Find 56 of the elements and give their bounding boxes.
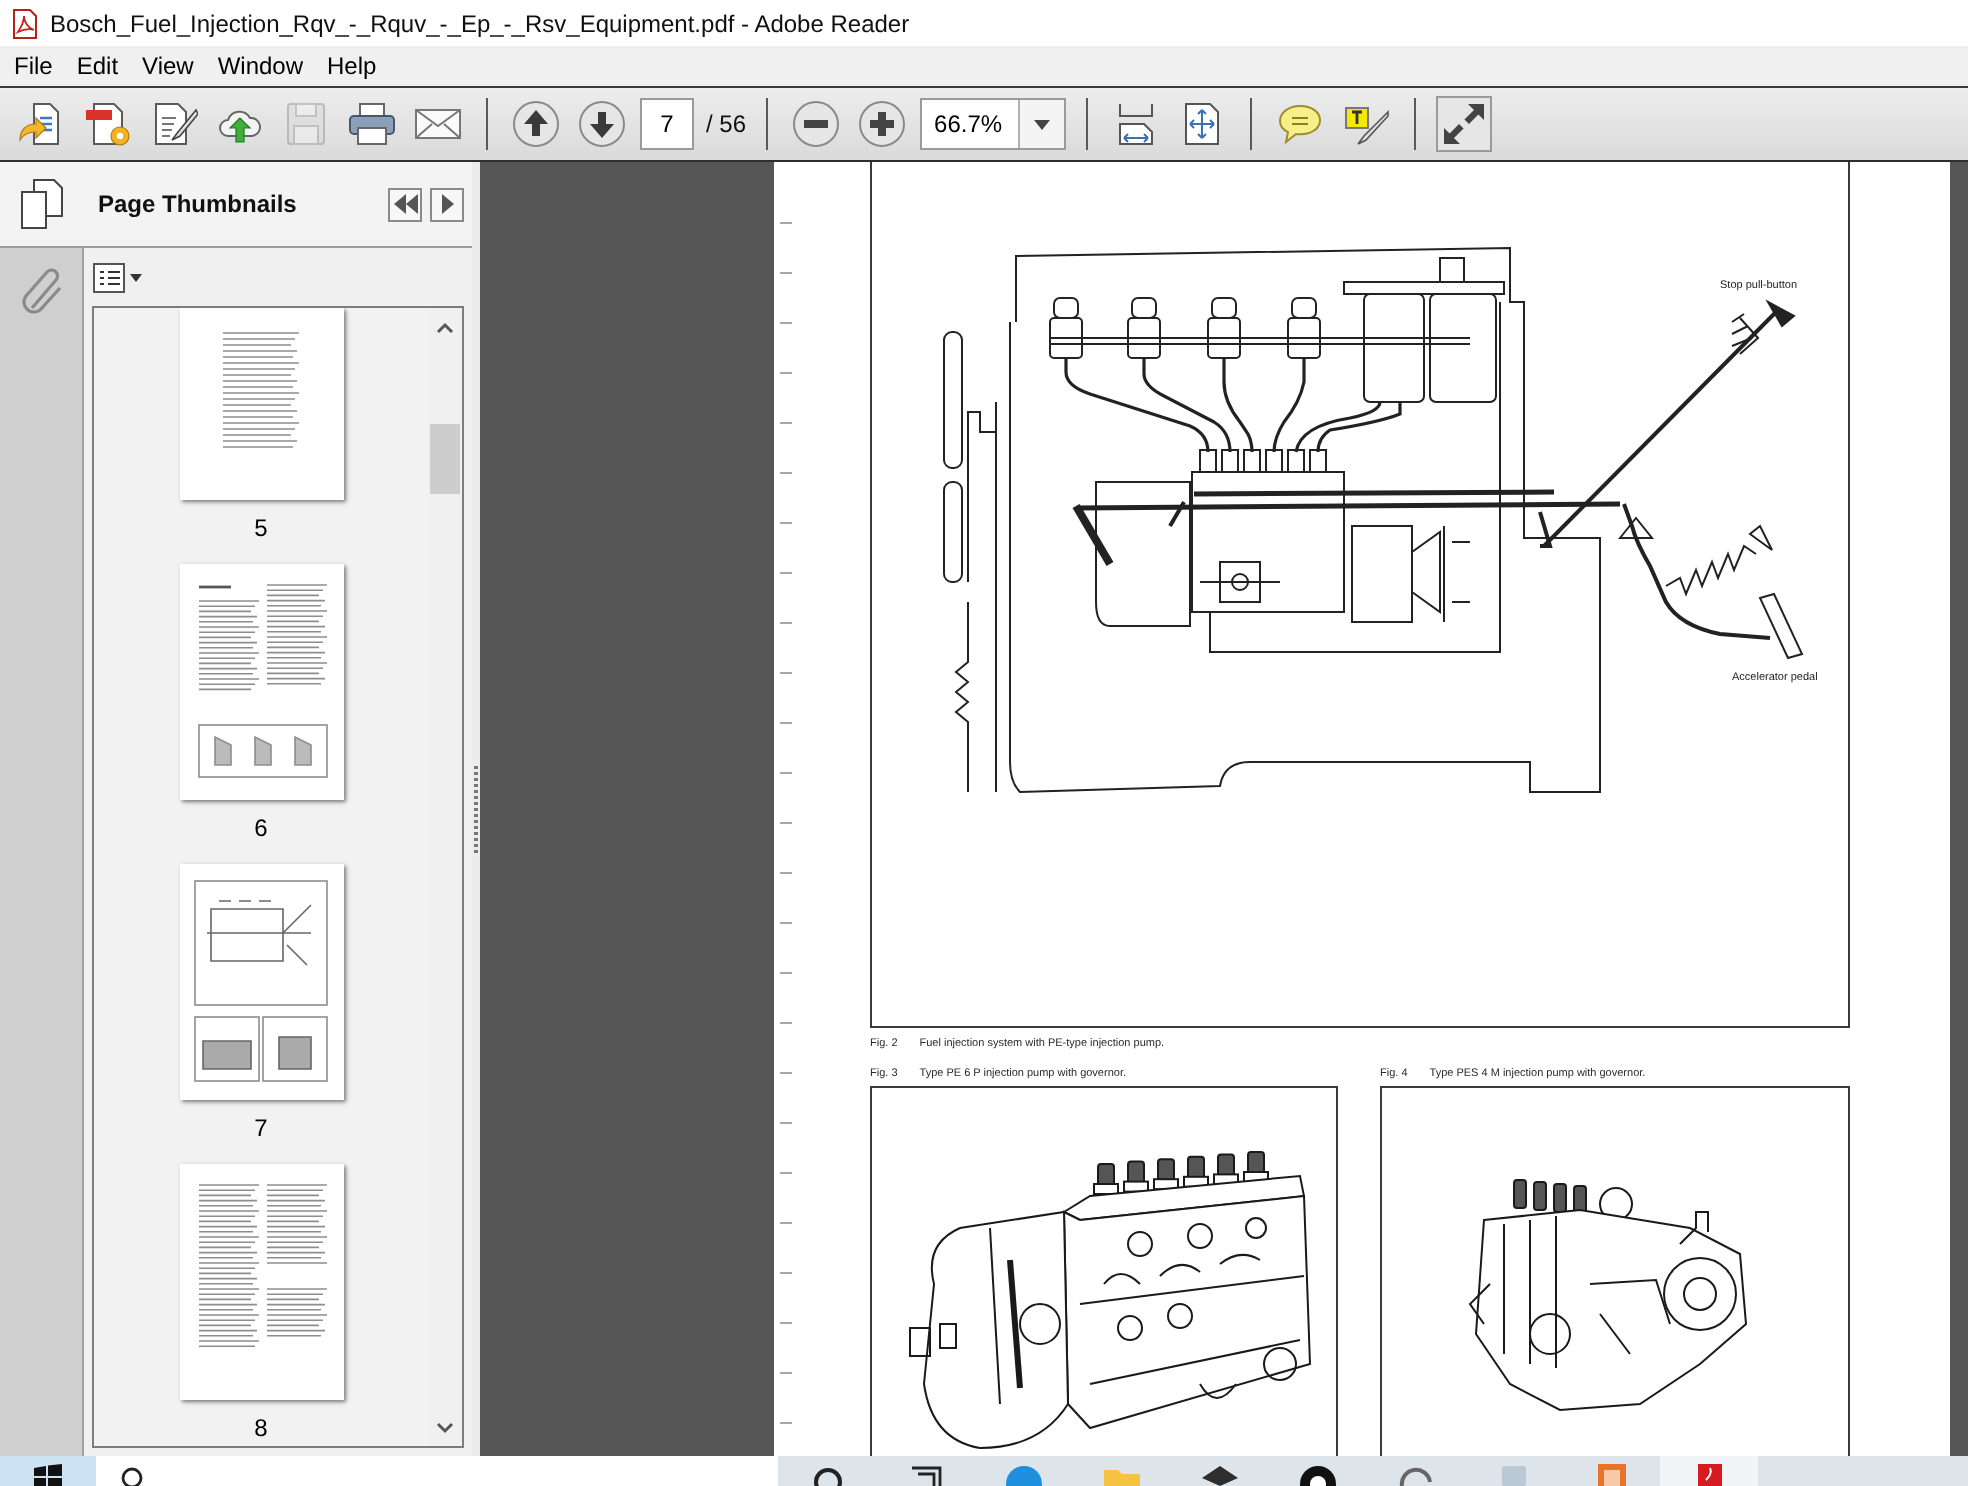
- caret-down-icon: [436, 1422, 454, 1434]
- scroll-thumb[interactable]: [430, 424, 460, 494]
- pdf-file-icon: [8, 7, 40, 39]
- menu-item[interactable]: Help: [315, 46, 389, 86]
- diamond-icon: [1199, 1464, 1239, 1486]
- page-number-label: 5: [254, 514, 268, 542]
- plus-icon: [858, 100, 907, 148]
- speech-bubble-icon: [1276, 100, 1325, 148]
- page-thumbnail[interactable]: [179, 864, 343, 1100]
- panel-title: Page Thumbnails: [96, 190, 299, 218]
- caret-down-icon: [1034, 119, 1051, 129]
- menu-item[interactable]: Edit: [64, 46, 131, 86]
- save-icon: [282, 100, 330, 148]
- window-title: Bosch_Fuel_Injection_Rqv_-_Rquv_-_Ep_-_Rsv_Equipment.pdf - Adobe Reader: [50, 9, 910, 37]
- expand-icon: [1440, 100, 1489, 148]
- collapse-button[interactable]: [388, 187, 422, 221]
- page-count: / 56: [706, 110, 747, 138]
- panel-splitter[interactable]: [472, 162, 482, 1456]
- search-field[interactable]: [96, 1456, 778, 1486]
- start-button[interactable]: [0, 1456, 96, 1486]
- expand-panel-button[interactable]: [430, 187, 464, 221]
- arrow-up-icon: [512, 100, 560, 148]
- previous-button[interactable]: [508, 96, 564, 152]
- print-icon: [348, 100, 396, 148]
- windows-logo-icon: [34, 1464, 62, 1486]
- zoomin-button[interactable]: [854, 96, 911, 152]
- next-button[interactable]: [574, 96, 630, 152]
- zoom-field[interactable]: 66.7%: [920, 98, 1067, 150]
- search-icon: [120, 1466, 144, 1486]
- arc-icon: [1395, 1464, 1435, 1486]
- arrow-down-icon: [578, 100, 626, 148]
- page-thumbnail[interactable]: [179, 308, 343, 500]
- double-caret-left-icon: [393, 194, 417, 214]
- zoomout-button[interactable]: [788, 96, 845, 152]
- minus-icon: [792, 100, 841, 148]
- page-number-label: 6: [254, 814, 268, 842]
- fullscreen-button[interactable]: [1436, 96, 1493, 152]
- menu-item[interactable]: File: [2, 46, 65, 86]
- page-number-field[interactable]: 7: [640, 98, 694, 150]
- caret-right-icon: [441, 194, 453, 214]
- paperclip-icon[interactable]: [19, 264, 63, 316]
- page-number-label: 7: [254, 1114, 268, 1142]
- page-thumbnail[interactable]: [179, 1164, 343, 1400]
- pages-icon[interactable]: [18, 178, 66, 230]
- document-pen-icon: [150, 100, 198, 148]
- folder-icon: [1101, 1464, 1141, 1486]
- document-gear-icon: [84, 100, 132, 148]
- list-options-icon: [92, 261, 144, 293]
- menu-item[interactable]: Window: [205, 46, 316, 86]
- options-button[interactable]: [92, 261, 144, 293]
- page-number-label: 8: [254, 1414, 268, 1442]
- caret-up-icon: [436, 322, 454, 334]
- page-preview-drawing: [222, 331, 300, 447]
- zoom-dropdown-button[interactable]: [1018, 100, 1065, 148]
- page-thumbnail[interactable]: [179, 564, 343, 800]
- menu-item[interactable]: View: [130, 46, 206, 86]
